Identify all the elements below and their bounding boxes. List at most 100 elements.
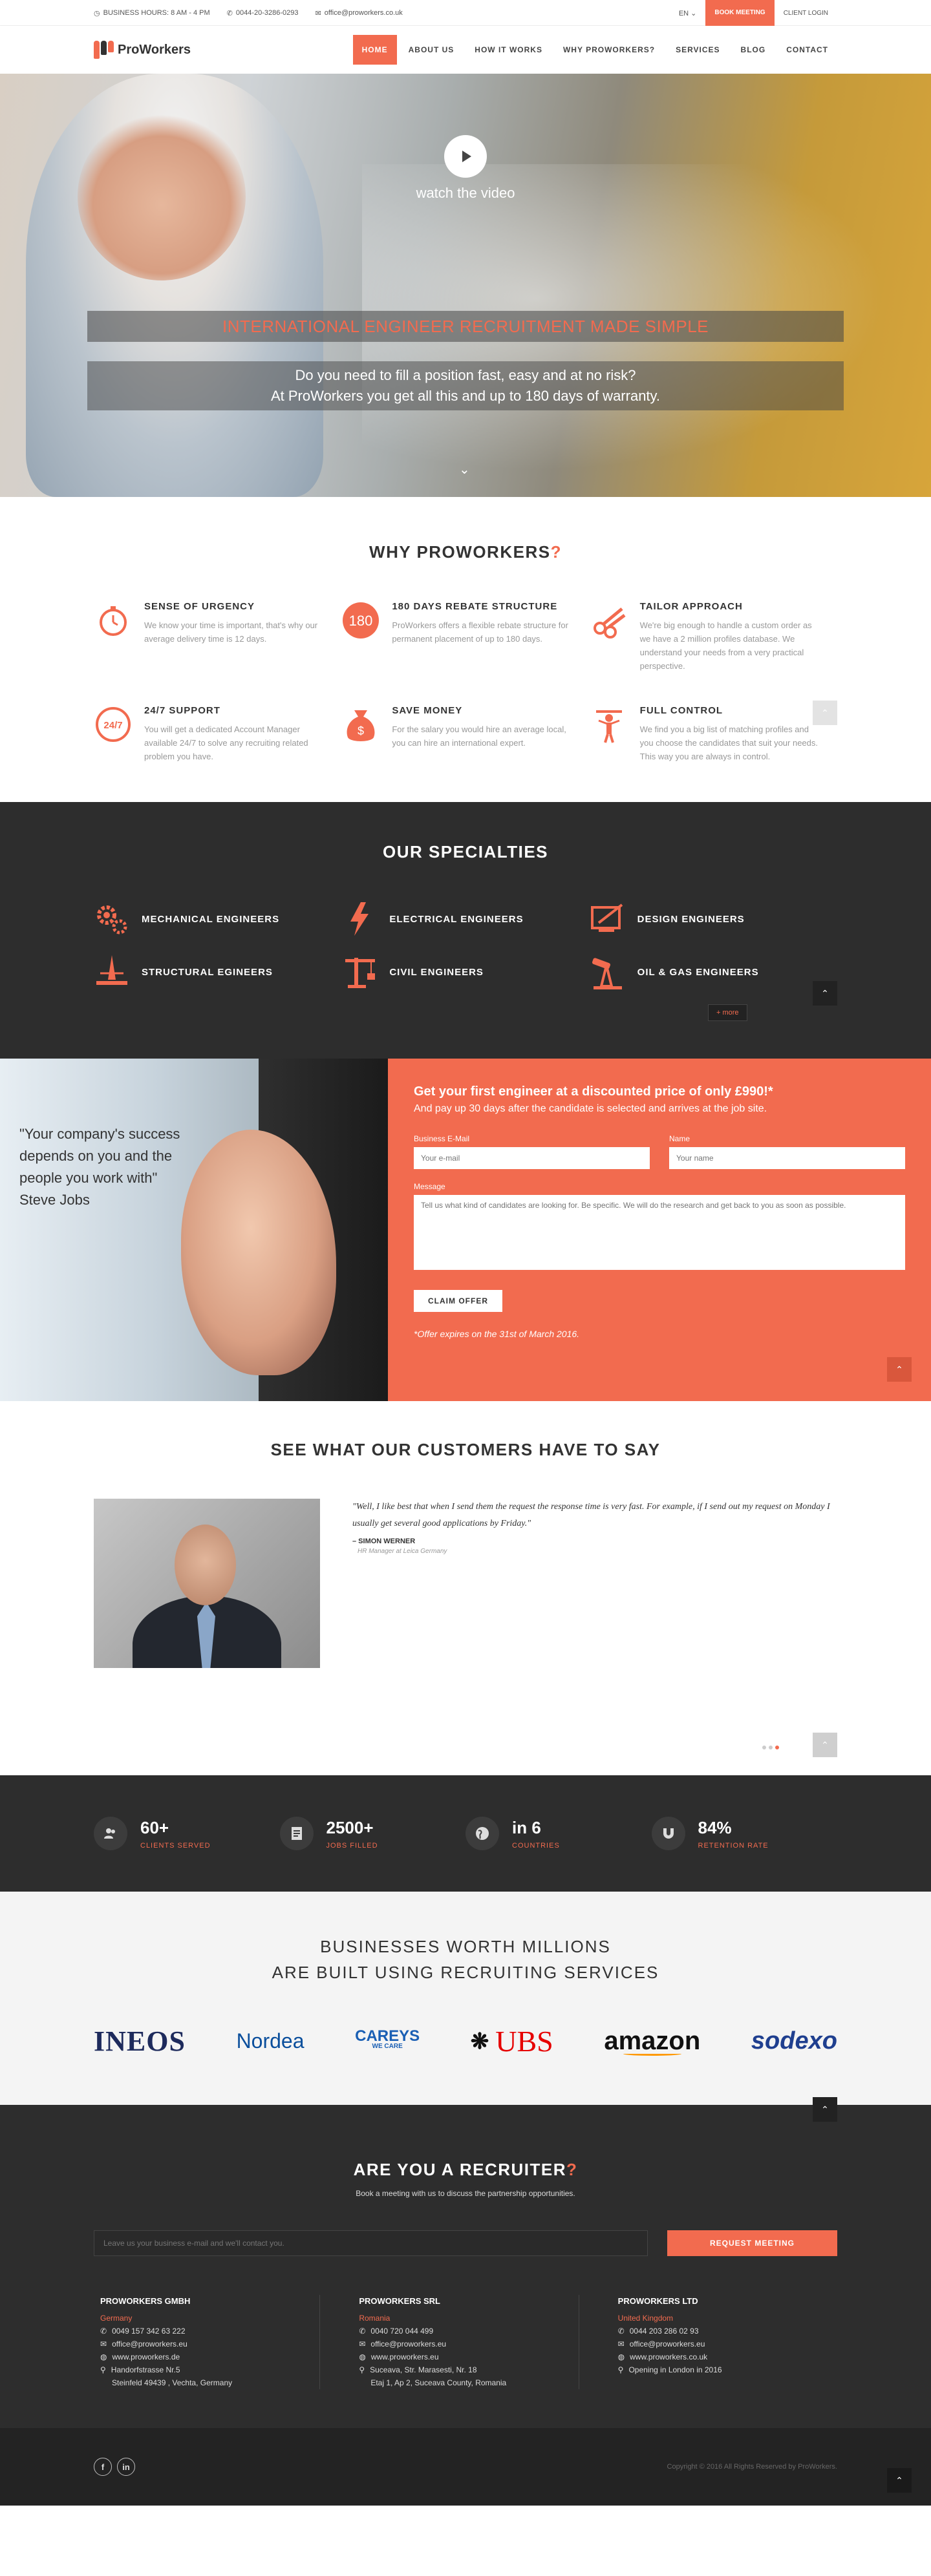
lightning-icon — [341, 901, 378, 937]
feature-urgency: SENSE OF URGENCY We know your time is imp… — [94, 601, 341, 673]
nav-how-it-works[interactable]: HOW IT WORKS — [466, 35, 551, 65]
stat-countries: in 6 COUNTRIES — [466, 1817, 652, 1850]
hero-banner: watch the video INTERNATIONAL ENGINEER R… — [0, 74, 931, 497]
business-hours: ◷ BUSINESS HOURS: 8 AM - 4 PM — [94, 9, 210, 17]
drafting-icon — [590, 901, 626, 937]
phone-icon: ✆ — [617, 2327, 625, 2336]
logo[interactable]: ProWorkers — [94, 41, 191, 59]
money-bag-icon: $ — [341, 705, 380, 744]
testimonial-role: HR Manager at Leica Germany — [358, 1548, 447, 1555]
phone-info: ✆ 0044-20-3286-0293 — [226, 9, 299, 17]
nav-home[interactable]: HOME — [352, 35, 397, 65]
ubs-keys-icon: ❋ — [470, 2029, 489, 2054]
offices: PROWORKERS GMBH Germany ✆ 0049 157 342 63… — [94, 2295, 837, 2389]
scroll-up-button[interactable]: ⌃ — [887, 1357, 912, 1382]
name-field[interactable] — [669, 1147, 905, 1169]
specialty-electrical[interactable]: ELECTRICAL ENGINEERS — [341, 901, 589, 937]
message-label: Message — [414, 1182, 445, 1191]
recruiter-lead: Book a meeting with us to discuss the pa… — [356, 2189, 575, 2198]
phone-icon: ✆ — [100, 2327, 107, 2336]
tower-icon — [94, 954, 130, 990]
scroll-up-button[interactable]: ⌃ — [813, 981, 837, 1006]
phone-icon: ✆ — [359, 2327, 366, 2336]
email-info[interactable]: ✉ office@proworkers.co.uk — [316, 9, 403, 17]
feature-full-control: FULL CONTROL We find you a big list of ma… — [590, 705, 837, 763]
specialty-mechanical[interactable]: MECHANICAL ENGINEERS — [94, 901, 341, 937]
customer-photo — [94, 1499, 320, 1668]
chevron-down-icon: ⌄ — [690, 9, 697, 17]
watch-video-label[interactable]: watch the video — [0, 185, 931, 202]
nav-menu: HOME ABOUT US HOW IT WORKS WHY PROWORKER… — [352, 35, 837, 65]
business-email-field[interactable] — [414, 1147, 650, 1169]
phone-icon: ✆ — [226, 9, 233, 17]
client-logos: INEOS Nordea CAREYS WE CARE ❋ UBS amazon s… — [94, 2024, 837, 2058]
map-pin-icon: ⚲ — [359, 2365, 365, 2374]
play-video-button[interactable] — [444, 135, 487, 178]
nav-about[interactable]: ABOUT US — [400, 35, 464, 65]
claim-offer-button[interactable]: CLAIM OFFER — [414, 1290, 502, 1312]
office-germany: PROWORKERS GMBH Germany ✆ 0049 157 342 63… — [94, 2295, 321, 2389]
svg-text:180: 180 — [349, 613, 373, 629]
users-icon — [94, 1817, 127, 1850]
specialties-section: OUR SPECIALTIES MECHANICAL ENGINEERS ELE… — [0, 802, 931, 1059]
carousel-dot[interactable] — [769, 1746, 773, 1749]
offer-expiry-note: *Offer expires on the 31st of March 2016… — [414, 1329, 580, 1339]
request-meeting-button[interactable]: REQUEST MEETING — [667, 2230, 837, 2256]
specialty-structural[interactable]: STRUCTURAL EGINEERS — [94, 954, 341, 990]
offer-subline: And pay up 30 days after the candidate i… — [414, 1103, 767, 1114]
nav-why[interactable]: WHY PROWORKERS? — [554, 35, 664, 65]
specialty-civil[interactable]: CIVIL ENGINEERS — [341, 954, 589, 990]
stat-jobs: 2500+ JOBS FILLED — [279, 1817, 466, 1850]
feature-rebate: 180 180 DAYS REBATE STRUCTURE ProWorkers … — [341, 601, 589, 673]
clients-title: BUSINESSES WORTH MILLIONS ARE BUILT USIN… — [272, 1937, 659, 1982]
scroll-down-icon[interactable]: ⌄ — [459, 461, 470, 478]
gears-icon — [94, 901, 130, 937]
offer-headline: Get your first engineer at a discounted … — [414, 1084, 773, 1099]
map-pin-icon: ⚲ — [617, 2365, 624, 2374]
recruiter-section: ⌃ ARE YOU A RECRUITER? Book a meeting wi… — [0, 2097, 931, 2428]
nav-contact[interactable]: CONTACT — [777, 35, 837, 65]
more-specialties-button[interactable]: + more — [708, 1004, 747, 1021]
facebook-icon[interactable]: f — [94, 2458, 112, 2476]
copyright: Copyright © 2016 All Rights Reserved by … — [667, 2463, 837, 2471]
nav-services[interactable]: SERVICES — [667, 35, 729, 65]
globe-icon — [466, 1817, 499, 1850]
chevron-up-icon: ⌃ — [821, 987, 829, 998]
client-login-link[interactable]: CLIENT LOGIN — [775, 10, 837, 17]
office-uk: PROWORKERS LTD United Kingdom ✆ 0044 203 … — [579, 2295, 837, 2389]
feature-save-money: $ SAVE MONEY For the salary you would hir… — [341, 705, 589, 763]
email-label: Business E-Mail — [414, 1134, 470, 1143]
why-section: WHY PROWORKERS? SENSE OF URGENCY We know … — [0, 497, 931, 802]
scroll-up-button[interactable]: ⌃ — [813, 701, 837, 725]
play-icon — [462, 151, 471, 162]
specialty-design[interactable]: DESIGN ENGINEERS — [590, 901, 837, 937]
nav-blog[interactable]: BLOG — [732, 35, 775, 65]
scroll-up-button[interactable]: ⌃ — [813, 1733, 837, 1757]
puppet-icon — [590, 705, 628, 744]
message-field[interactable] — [414, 1195, 905, 1270]
book-meeting-button[interactable]: BOOK MEETING — [705, 0, 775, 26]
carousel-dot[interactable] — [762, 1746, 766, 1749]
steve-jobs-quote: "Your company's success depends on you a… — [19, 1126, 180, 1208]
chevron-up-icon: ⌃ — [895, 1364, 903, 1375]
scroll-up-button[interactable]: ⌃ — [887, 2468, 912, 2493]
testimonial-author: – SIMON WERNER — [352, 1537, 416, 1545]
name-label: Name — [669, 1134, 690, 1143]
stopwatch-icon — [94, 601, 133, 640]
feature-support: 24/7 24/7 SUPPORT You will get a dedicate… — [94, 705, 341, 763]
specialties-title: OUR SPECIALTIES — [382, 842, 549, 861]
mail-icon: ✉ — [359, 2339, 366, 2349]
clock-icon: ◷ — [94, 9, 100, 17]
globe-icon: ◍ — [617, 2352, 625, 2361]
ineos-logo: INEOS — [94, 2025, 186, 2057]
carousel-dot-active[interactable] — [775, 1746, 779, 1749]
mail-icon: ✉ — [315, 9, 321, 17]
linkedin-icon[interactable]: in — [117, 2458, 135, 2476]
testimonial-quote: "Well, I like best that when I send them… — [352, 1499, 837, 1668]
top-bar: ◷ BUSINESS HOURS: 8 AM - 4 PM ✆ 0044-20-32… — [0, 0, 931, 26]
social-links: f in — [94, 2458, 135, 2476]
language-select[interactable]: EN ⌄ — [670, 9, 706, 17]
stat-retention: 84% RETENTION RATE — [651, 1817, 838, 1850]
recruiter-email-input[interactable] — [94, 2230, 648, 2256]
specialty-oil-gas[interactable]: OIL & GAS ENGINEERS — [590, 954, 837, 990]
